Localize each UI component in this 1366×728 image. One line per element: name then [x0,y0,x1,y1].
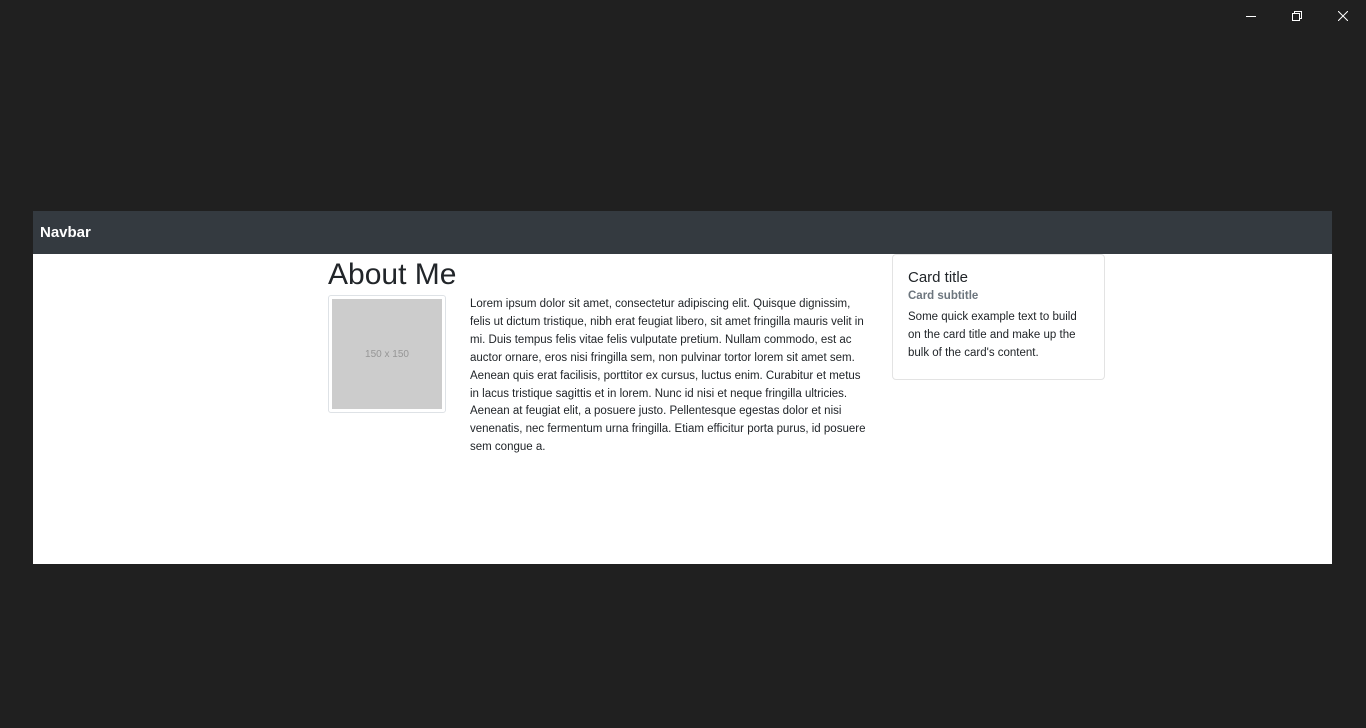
close-button[interactable] [1320,0,1366,32]
navbar: Navbar [33,211,1332,254]
restore-icon [1292,11,1302,21]
minimize-icon [1246,16,1256,17]
navbar-brand[interactable]: Navbar [40,224,91,241]
image-placeholder: 150 x 150 [332,299,442,409]
profile-image: 150 x 150 [328,295,446,413]
info-card: Card title Card subtitle Some quick exam… [892,254,1105,380]
minimize-button[interactable] [1228,0,1274,32]
card-subtitle: Card subtitle [908,290,979,302]
page-title: About Me [328,258,457,291]
image-placeholder-label: 150 x 150 [365,348,409,360]
card-text: Some quick example text to build on the … [908,311,1077,359]
window-controls [1228,0,1366,32]
close-icon [1338,11,1348,21]
restore-button[interactable] [1274,0,1320,32]
bio-text: Lorem ipsum dolor sit amet, consectetur … [470,298,866,454]
main-content: About Me 150 x 150 Lorem ipsum dolor sit… [33,254,1332,564]
card-title: Card title [908,269,969,286]
page-viewport: Navbar About Me 150 x 150 Lorem ipsum do… [33,211,1332,564]
